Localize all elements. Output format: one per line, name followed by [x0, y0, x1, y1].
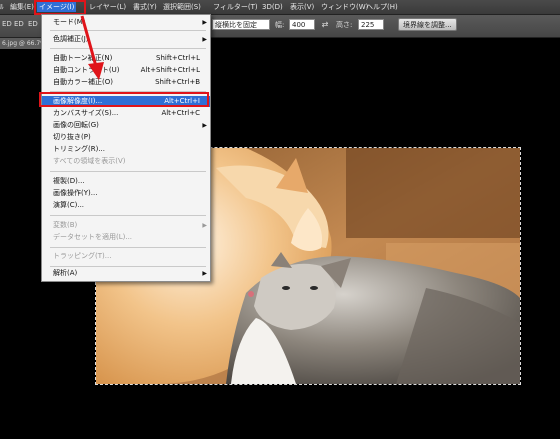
red-arrow-icon: [80, 15, 104, 80]
